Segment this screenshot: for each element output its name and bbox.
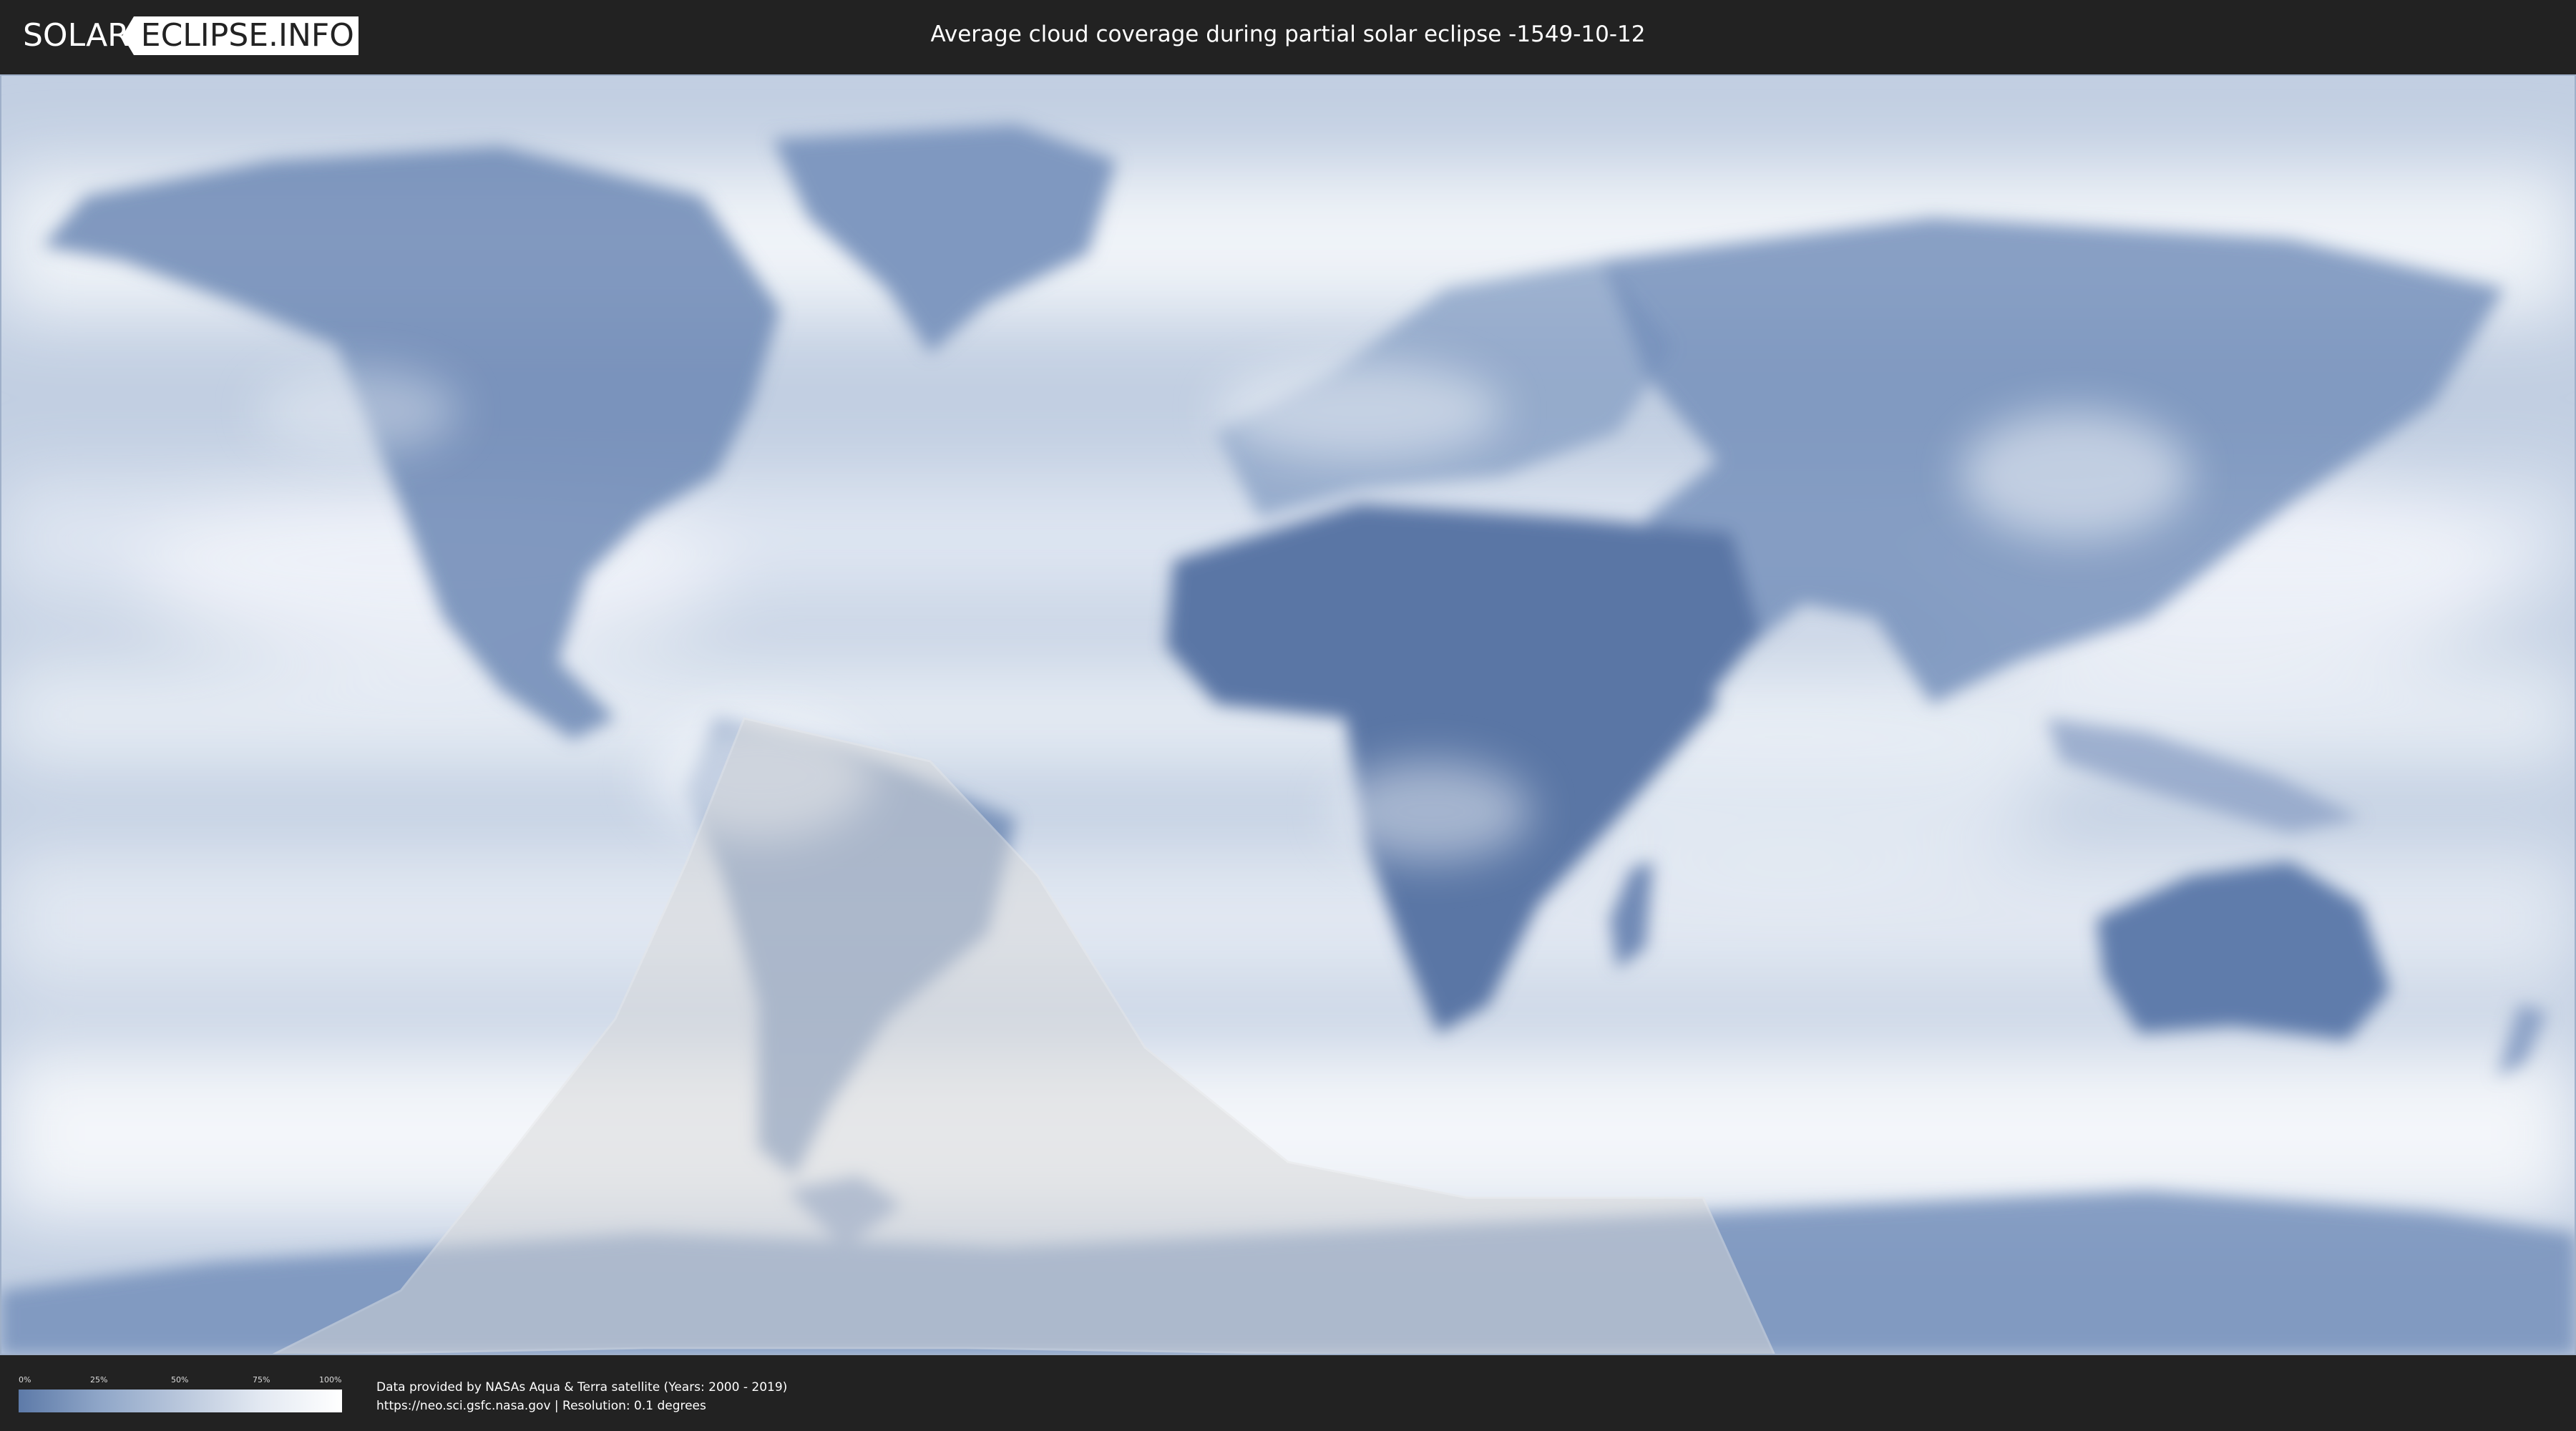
logo-text-eclipse-info: ECLIPSE.INFO bbox=[122, 16, 358, 55]
legend-tick-25: 25% bbox=[90, 1375, 108, 1384]
logo-text-solar: SOLAR bbox=[23, 17, 130, 54]
footer-bar: 0% 25% 50% 75% 100% Data provided by NAS… bbox=[0, 1357, 2576, 1431]
legend-tick-0: 0% bbox=[19, 1375, 31, 1384]
legend-tick-75: 75% bbox=[253, 1375, 270, 1384]
page-title: Average cloud coverage during partial so… bbox=[930, 21, 1646, 47]
cloud-coverage-legend: 0% 25% 50% 75% 100% bbox=[19, 1375, 342, 1412]
legend-ticks: 0% 25% 50% 75% 100% bbox=[19, 1375, 342, 1387]
cloud-coverage-map bbox=[0, 74, 2576, 1355]
credit-line-2: https://neo.sci.gsfc.nasa.gov | Resoluti… bbox=[376, 1399, 706, 1413]
site-logo[interactable]: SOLAR ECLIPSE.INFO bbox=[23, 16, 358, 55]
world-map-svg bbox=[0, 74, 2576, 1355]
credit-line-1: Data provided by NASAs Aqua & Terra sate… bbox=[376, 1380, 788, 1395]
legend-tick-50: 50% bbox=[171, 1375, 189, 1384]
data-credits: Data provided by NASAs Aqua & Terra sate… bbox=[376, 1378, 787, 1415]
header-bar: SOLAR ECLIPSE.INFO Average cloud coverag… bbox=[0, 0, 2576, 72]
legend-gradient-bar bbox=[19, 1390, 342, 1412]
legend-tick-100: 100% bbox=[319, 1375, 342, 1384]
